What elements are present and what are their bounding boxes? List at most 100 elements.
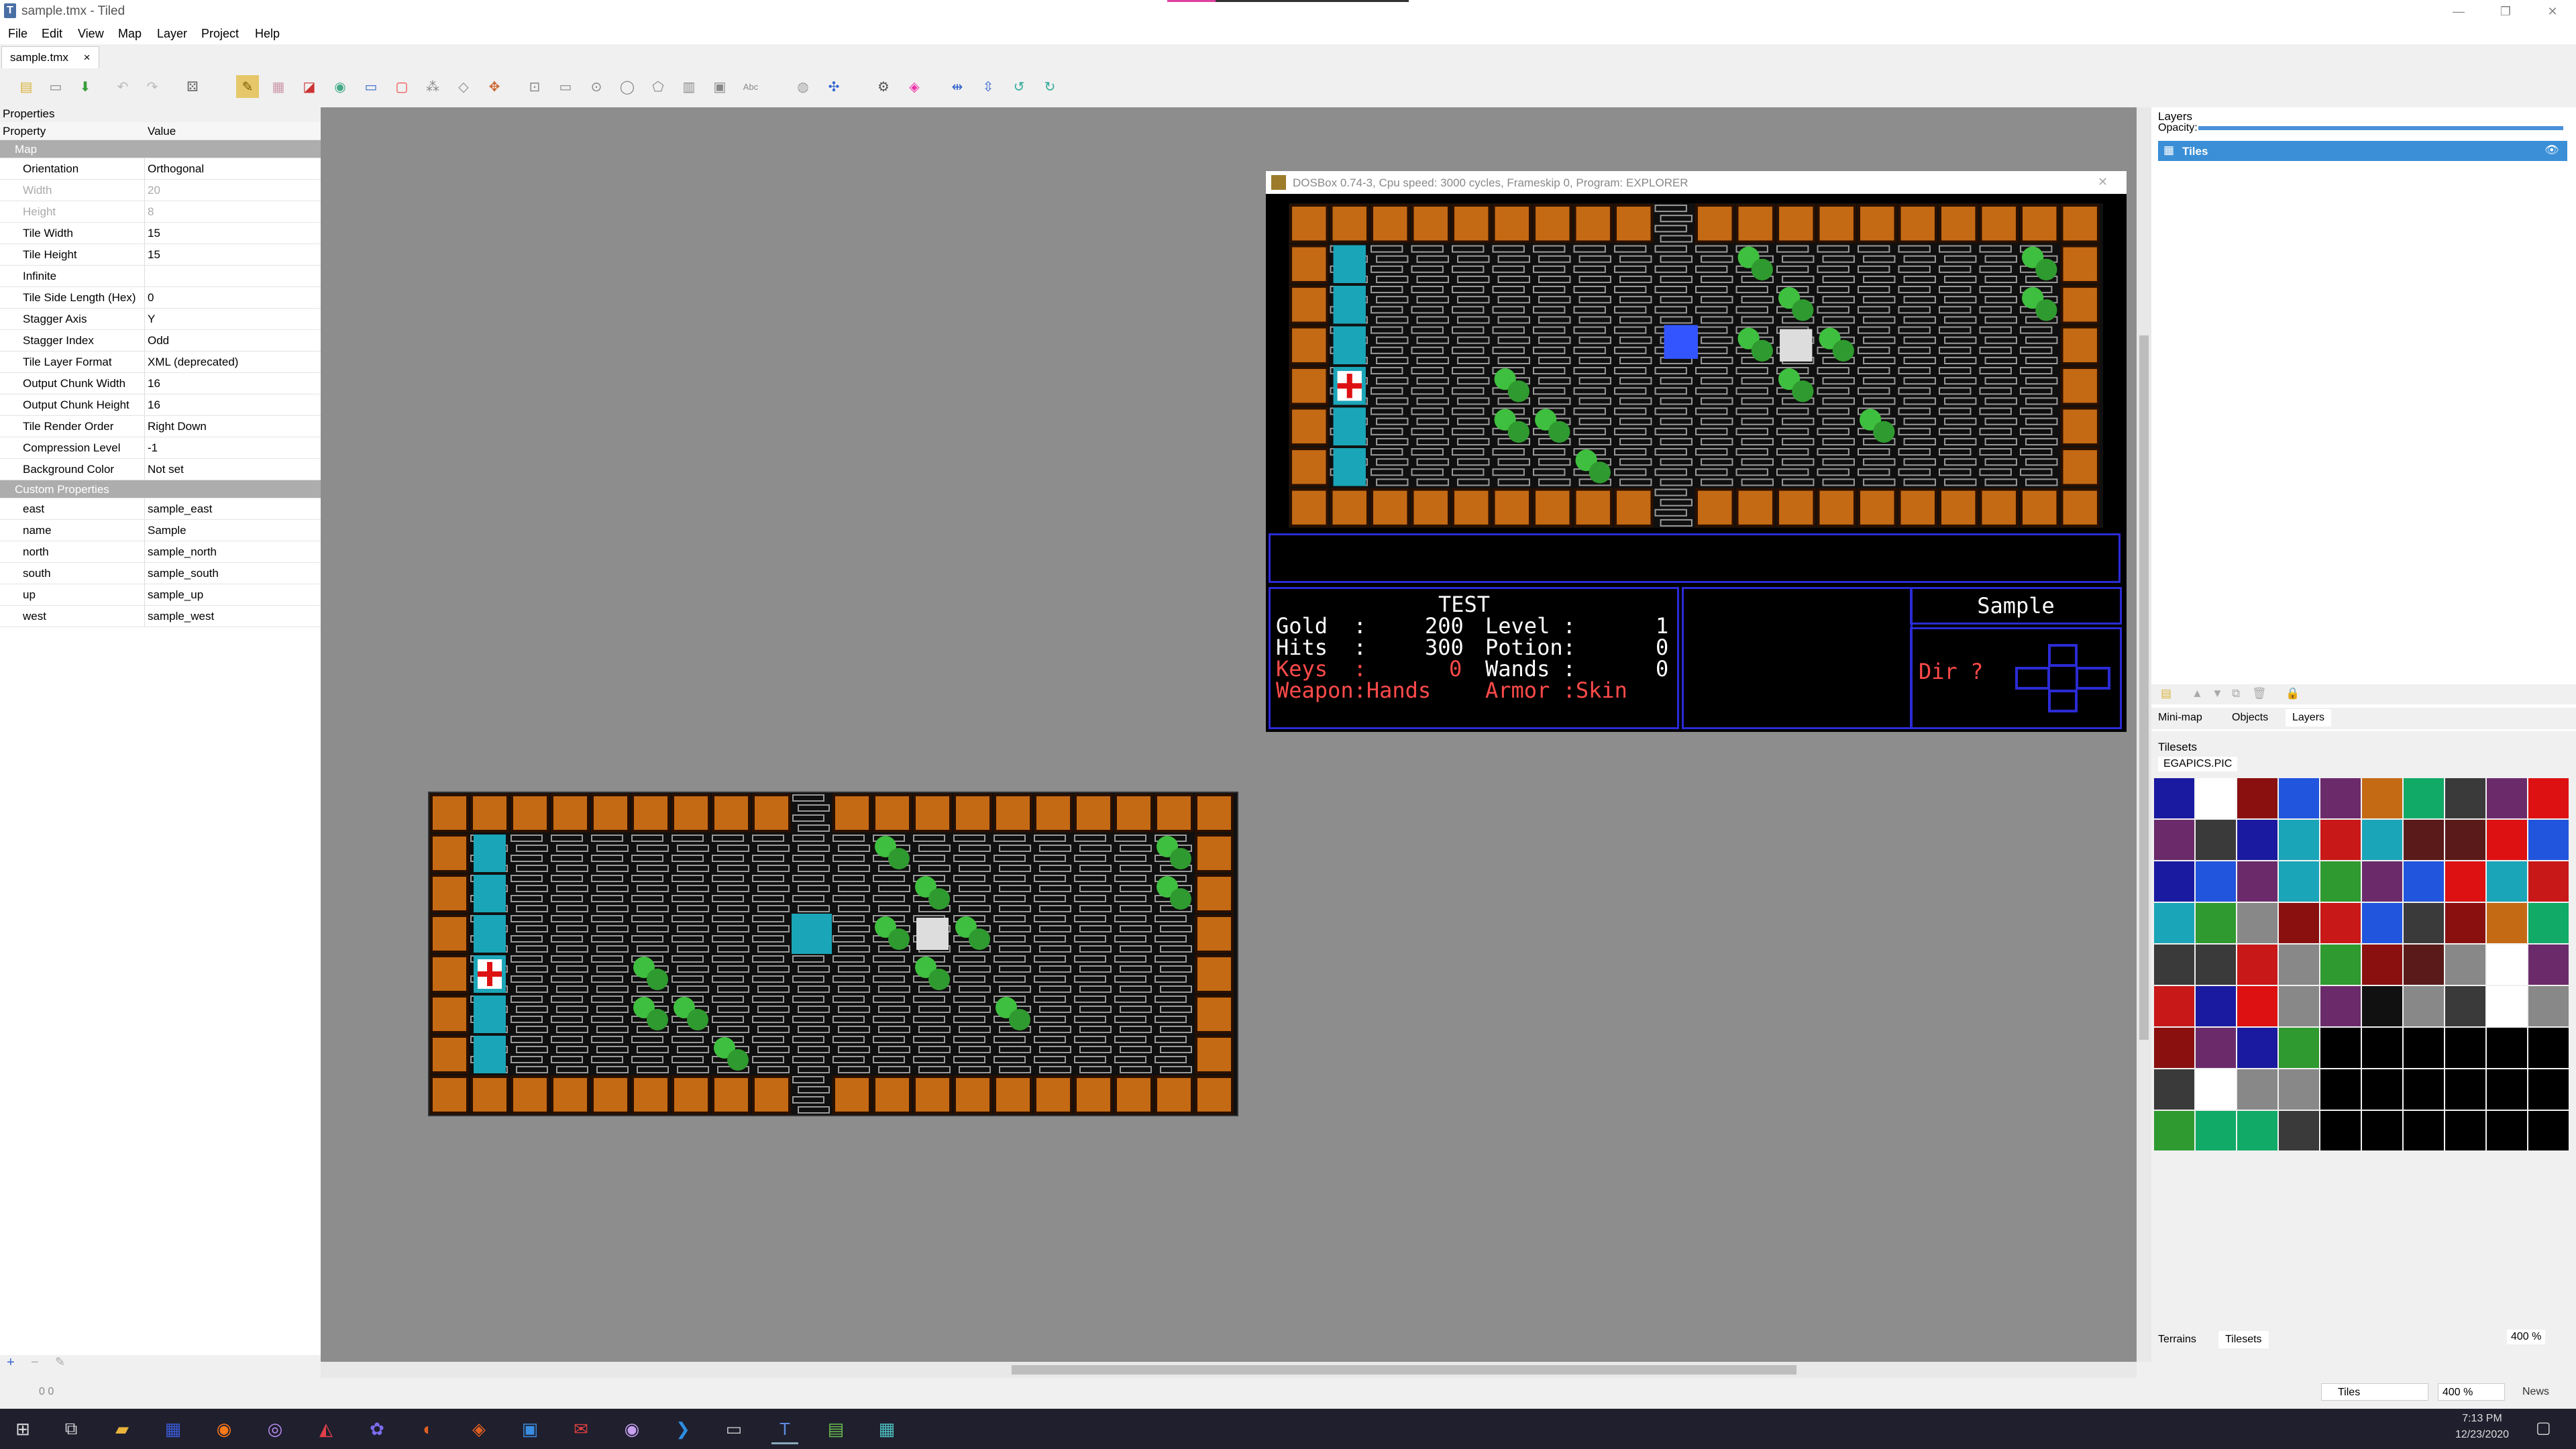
property-row[interactable]: Orientation Orthogonal [0, 158, 321, 180]
calculator-icon[interactable]: ▦ [160, 1415, 186, 1442]
adobe-icon[interactable]: ◐ [415, 1415, 441, 1442]
tile-map[interactable] [428, 792, 1238, 1116]
tileset-tile[interactable] [2237, 861, 2277, 902]
tileset-tab-egapics[interactable]: EGAPICS.PIC [2158, 757, 2238, 771]
group-custom-properties[interactable]: Custom Properties [0, 480, 321, 498]
tileset-tile[interactable] [2445, 903, 2485, 943]
dosbox-window[interactable]: DOSBox 0.74-3, Cpu speed: 3000 cycles, F… [1265, 170, 2127, 733]
terminal-icon[interactable]: ▭ [720, 1415, 747, 1442]
redo-icon[interactable]: ↷ [141, 75, 164, 98]
insert-tile-icon[interactable]: ▥ [678, 75, 700, 98]
visibility-eye-icon[interactable]: 👁 [2544, 144, 2559, 157]
tileset-tile[interactable] [2528, 903, 2569, 943]
property-value[interactable]: sample_east [148, 502, 212, 516]
property-value[interactable]: Odd [148, 334, 169, 347]
tileset-tile[interactable] [2528, 1111, 2569, 1150]
tileset-tile[interactable] [2154, 903, 2194, 943]
media-icon[interactable]: ◎ [262, 1415, 288, 1442]
tileset-tile[interactable] [2445, 986, 2485, 1026]
tileset-tile[interactable] [2362, 820, 2402, 860]
tileset-tile[interactable] [2362, 1111, 2402, 1150]
tileset-tile[interactable] [2320, 861, 2361, 902]
tileset-tile[interactable] [2445, 945, 2485, 985]
rotate-right-icon[interactable]: ↻ [1038, 75, 1061, 98]
custom-property-row[interactable]: up sample_up [0, 584, 321, 606]
property-row[interactable]: Compression Level -1 [0, 437, 321, 459]
close-tab-icon[interactable]: × [84, 51, 91, 64]
tileset-tile[interactable] [2196, 1028, 2236, 1068]
tab-terrains[interactable]: Terrains [2158, 1334, 2196, 1346]
tileset-tile[interactable] [2279, 945, 2319, 985]
delete-layer-icon[interactable]: 🗑 [2252, 687, 2267, 700]
tileset-tile[interactable] [2279, 861, 2319, 902]
github-icon[interactable]: ◉ [619, 1415, 645, 1442]
tileset-tile[interactable] [2487, 945, 2527, 985]
property-row[interactable]: Tile Layer Format XML (deprecated) [0, 352, 321, 373]
tileset-tile[interactable] [2196, 1111, 2236, 1150]
tab-layers[interactable]: Layers [2286, 709, 2332, 727]
tileset-tile[interactable] [2279, 1111, 2319, 1150]
horizontal-scrollbar[interactable] [321, 1362, 2137, 1378]
tileset-tile[interactable] [2279, 1028, 2319, 1068]
menu-view[interactable]: View [78, 27, 104, 41]
move-icon[interactable]: ✣ [822, 75, 845, 98]
select-objects-icon[interactable]: ✥ [483, 75, 506, 98]
tileset-tile[interactable] [2487, 861, 2527, 902]
tileset-tile[interactable] [2445, 861, 2485, 902]
property-value[interactable]: sample_up [148, 588, 203, 602]
start-icon[interactable]: ⊞ [9, 1415, 36, 1442]
property-value[interactable]: sample_west [148, 610, 214, 623]
vscode-icon[interactable]: ❯ [669, 1415, 696, 1442]
property-value[interactable]: Y [148, 313, 155, 326]
tileset-tile[interactable] [2237, 1111, 2277, 1150]
menu-project[interactable]: Project [201, 27, 239, 41]
eraser-icon[interactable]: ▭ [360, 75, 382, 98]
tileset-tile[interactable] [2279, 778, 2319, 818]
raise-layer-icon[interactable]: ▲ [2192, 687, 2203, 700]
news-button[interactable]: News [2522, 1386, 2549, 1398]
tileset-tile[interactable] [2237, 778, 2277, 818]
menu-file[interactable]: File [8, 27, 28, 41]
property-row[interactable]: Tile Height 15 [0, 244, 321, 266]
firefox-icon[interactable]: ◉ [211, 1415, 237, 1442]
property-value[interactable]: 15 [148, 248, 160, 262]
tileset-tile[interactable] [2404, 820, 2444, 860]
tileset-tile[interactable] [2320, 778, 2361, 818]
world-tool-icon[interactable]: ◍ [792, 75, 814, 98]
dosbox-taskbar-icon[interactable]: ▦ [873, 1415, 900, 1442]
tab-mini-map[interactable]: Mini-map [2158, 712, 2202, 724]
property-row[interactable]: Output Chunk Height 16 [0, 394, 321, 416]
new-layer-icon[interactable]: ▤ [2161, 687, 2171, 700]
tileset-tile[interactable] [2154, 778, 2194, 818]
shape-fill-icon[interactable]: ◉ [329, 75, 352, 98]
tileset-tile[interactable] [2445, 1111, 2485, 1150]
tileset-tile[interactable] [2362, 903, 2402, 943]
tileset-tile[interactable] [2154, 1069, 2194, 1110]
property-row[interactable]: Output Chunk Width 16 [0, 373, 321, 394]
tileset-tile[interactable] [2362, 1028, 2402, 1068]
tileset-tile[interactable] [2487, 820, 2527, 860]
tileset-tile[interactable] [2362, 778, 2402, 818]
store-icon[interactable]: ▣ [517, 1415, 543, 1442]
horizontal-scroll-thumb[interactable] [1012, 1365, 1796, 1375]
tab-objects[interactable]: Objects [2232, 712, 2268, 724]
property-value[interactable]: 16 [148, 377, 160, 390]
tileset-tile[interactable] [2196, 945, 2236, 985]
command-icon[interactable]: ⚙ [872, 75, 895, 98]
insert-point-icon[interactable]: ⊙ [585, 75, 608, 98]
property-value[interactable]: 8 [148, 205, 154, 219]
menu-edit[interactable]: Edit [42, 27, 62, 41]
zoom-select[interactable]: 400 % [2438, 1383, 2505, 1401]
tileset-tile[interactable] [2237, 986, 2277, 1026]
tileset-tile[interactable] [2237, 1028, 2277, 1068]
insert-polygon-icon[interactable]: ⬠ [647, 75, 669, 98]
opacity-slider[interactable] [2198, 126, 2563, 130]
tileset-tile[interactable] [2528, 820, 2569, 860]
custom-property-row[interactable]: south sample_south [0, 563, 321, 584]
terrain-brush-icon[interactable]: ▦ [267, 75, 290, 98]
tileset-tile[interactable] [2487, 903, 2527, 943]
tileset-tile[interactable] [2404, 986, 2444, 1026]
tileset-tile[interactable] [2362, 1069, 2402, 1110]
color-picker-icon[interactable]: ◈ [903, 75, 926, 98]
property-row[interactable]: Height 8 [0, 201, 321, 223]
